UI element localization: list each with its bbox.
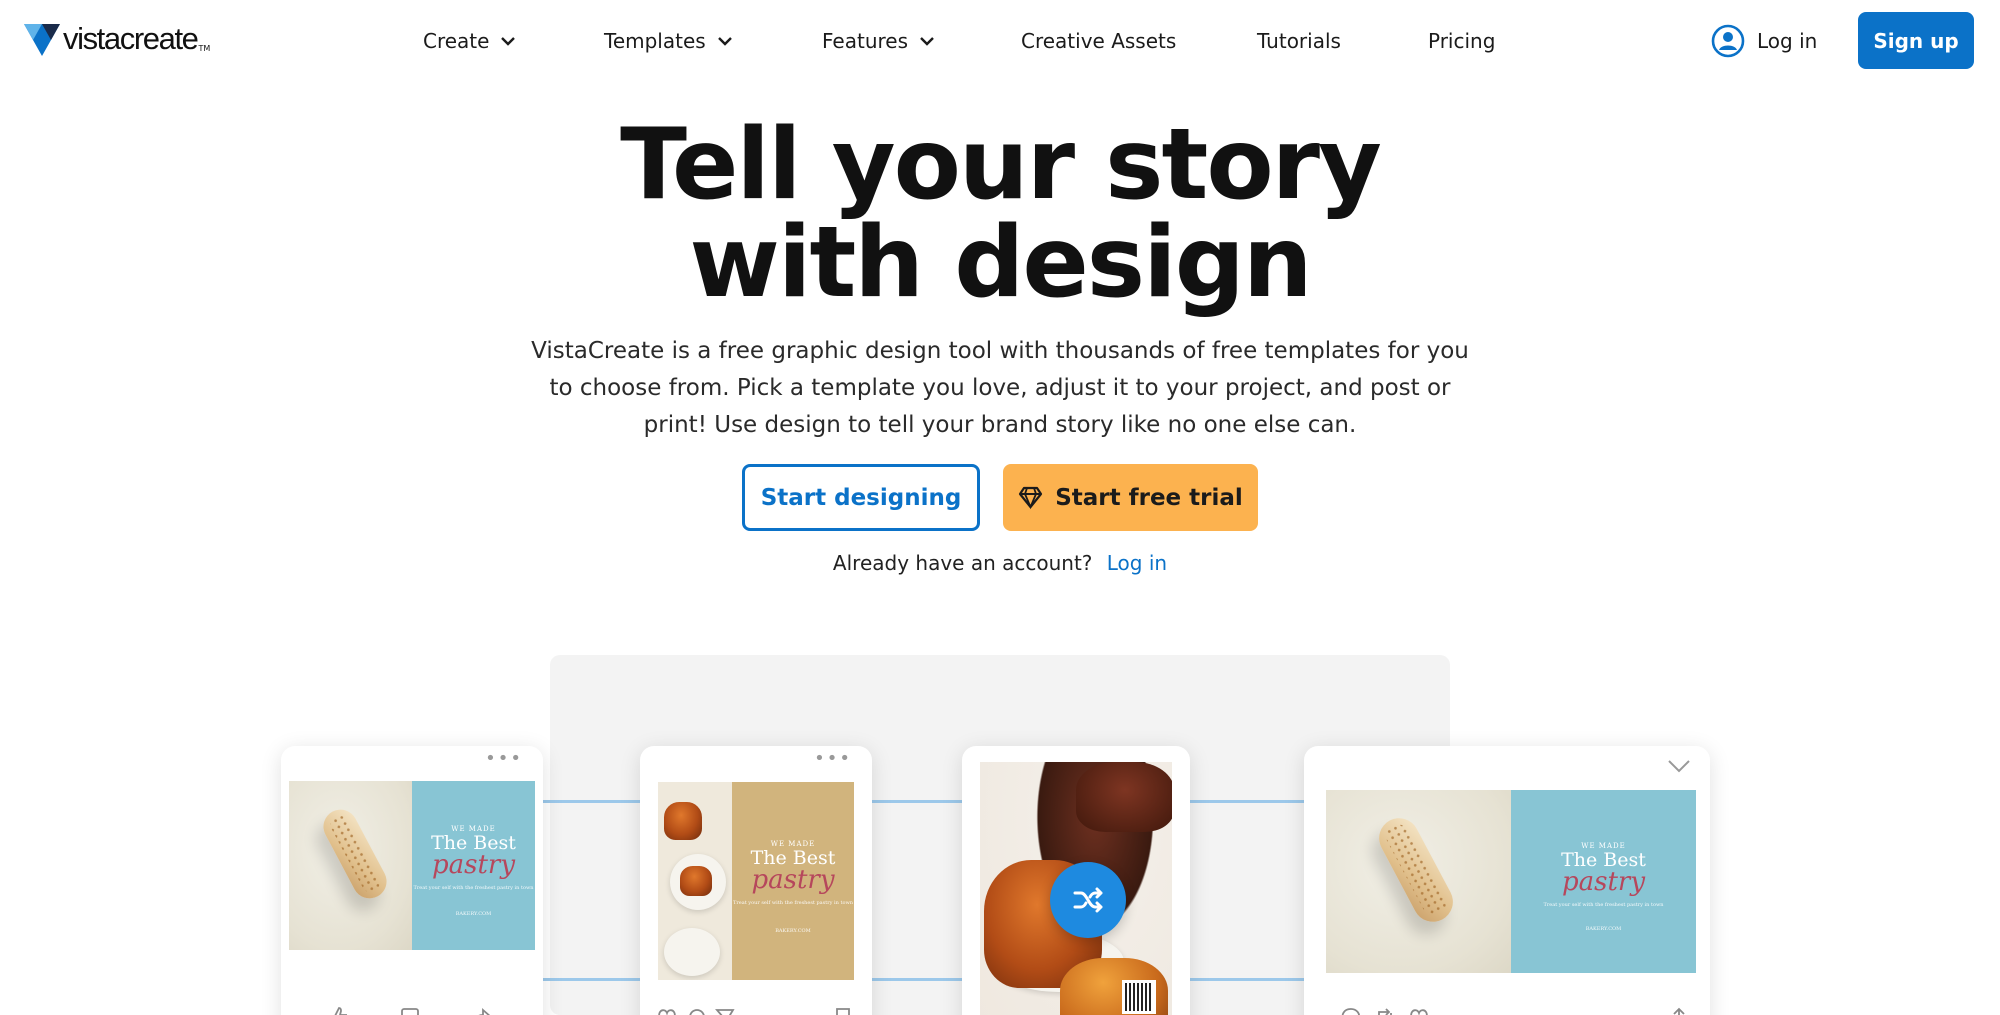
upload-icon[interactable] (1668, 1006, 1690, 1015)
hero-title-line1: Tell your story (620, 108, 1382, 222)
template-script: pastry (751, 865, 835, 895)
qr-code-icon (1122, 980, 1156, 1014)
heart-icon[interactable] (656, 1006, 678, 1015)
shuffle-icon (1073, 887, 1103, 913)
connector-line (872, 978, 962, 981)
account-prompt: Already have an account? Log in (0, 551, 2000, 575)
chevron-down-icon (920, 36, 934, 46)
hero-description: VistaCreate is a free graphic design too… (531, 338, 1469, 438)
template-text-panel: WE MADE The Best pastry Treat your self … (412, 781, 535, 950)
chevron-down-icon (501, 36, 516, 46)
comment-icon[interactable] (399, 1006, 421, 1015)
plate-shape (664, 928, 720, 976)
template-text-panel: WE MADE The Best pastry Treat your self … (1511, 790, 1696, 973)
chevron-down-icon (717, 36, 732, 46)
template-script: pastry (431, 850, 516, 880)
dots-icon[interactable]: ••• (814, 750, 852, 768)
connector-line (872, 800, 962, 803)
template-script: pastry (1561, 867, 1646, 897)
template-fineprint: Treat your self with the freshest pastry… (1543, 902, 1664, 908)
template-fineprint: Treat your self with the freshest pastry… (733, 900, 853, 906)
nav-templates-label: Templates (604, 29, 706, 53)
social-post-preview-instagram: ••• WE MADE The Best pastry Treat your s… (640, 746, 872, 1015)
post-actions (640, 1006, 872, 1015)
user-avatar-icon (1711, 24, 1745, 58)
account-login-link[interactable]: Log in (1107, 551, 1167, 575)
comment-icon[interactable] (686, 1006, 708, 1015)
nav-create-label: Create (423, 29, 490, 53)
signup-button[interactable]: Sign up (1858, 12, 1974, 69)
template-image: WE MADE The Best pastry Treat your self … (289, 781, 535, 950)
social-post-preview-facebook: ••• WE MADE The Best pastry Treat your s… (281, 746, 543, 1015)
connector-line (543, 800, 640, 803)
nav-pricing[interactable]: Pricing (1428, 26, 1495, 56)
nav-features[interactable]: Features (822, 26, 934, 56)
start-free-trial-button[interactable]: Start free trial (1003, 464, 1258, 531)
send-icon[interactable] (714, 1006, 736, 1015)
nav-tutorials[interactable]: Tutorials (1257, 26, 1341, 56)
template-fineprint: Treat your self with the freshest pastry… (413, 885, 534, 891)
canele-shape (1076, 762, 1172, 832)
template-image: WE MADE The Best pastry Treat your self … (658, 782, 854, 980)
canele-shape (680, 866, 712, 896)
login-link[interactable]: Log in (1711, 23, 1817, 59)
template-image: WE MADE The Best pastry Treat your self … (1326, 790, 1696, 973)
bookmark-icon[interactable] (832, 1006, 854, 1015)
start-free-trial-label: Start free trial (1055, 484, 1243, 511)
eclair-shape (317, 803, 393, 905)
nav-create[interactable]: Create (423, 26, 516, 56)
eclair-photo (1326, 790, 1511, 973)
login-label: Log in (1757, 29, 1818, 53)
chevron-down-icon[interactable] (1668, 760, 1690, 774)
hero-title-line2: with design (689, 206, 1312, 320)
start-designing-button[interactable]: Start designing (742, 464, 980, 531)
retweet-icon[interactable] (1374, 1006, 1396, 1015)
template-brand-line: BAKERY.COM (775, 928, 811, 934)
caneles-photo (658, 782, 732, 980)
dots-icon[interactable]: ••• (485, 750, 523, 768)
template-text-panel: WE MADE The Best pastry Treat your self … (732, 782, 854, 980)
shuffle-button[interactable] (1050, 862, 1126, 938)
comment-icon[interactable] (1340, 1006, 1362, 1015)
logo-mark-icon (24, 24, 60, 56)
template-brand-line: BAKERY.COM (1585, 926, 1622, 932)
nav-templates[interactable]: Templates (604, 26, 732, 56)
hero-title: Tell your story with design (0, 116, 2000, 312)
logo-trademark: TM (198, 44, 211, 53)
template-brand-line: BAKERY.COM (455, 911, 492, 917)
nav-pricing-label: Pricing (1428, 29, 1496, 53)
social-post-preview-twitter: WE MADE The Best pastry Treat your self … (1304, 746, 1710, 1015)
share-icon[interactable] (471, 1006, 493, 1015)
like-icon[interactable] (327, 1006, 349, 1015)
vistacreate-logo[interactable]: vistacreate TM (24, 22, 210, 56)
nav-creative-assets[interactable]: Creative Assets (1021, 26, 1176, 56)
connector-line (543, 978, 640, 981)
top-navigation: vistacreate TM Create Templates Features… (0, 0, 2000, 82)
canele-shape (664, 802, 702, 840)
connector-line (1190, 978, 1304, 981)
diamond-icon (1019, 486, 1043, 510)
eclair-shape (1372, 811, 1460, 929)
heart-icon[interactable] (1408, 1006, 1430, 1015)
eclair-photo (289, 781, 412, 950)
logo-wordmark: vistacreate (63, 21, 199, 56)
connector-line (1190, 800, 1304, 803)
nav-tutorials-label: Tutorials (1257, 29, 1341, 53)
post-actions (281, 1006, 543, 1015)
nav-features-label: Features (822, 29, 908, 53)
account-prompt-text: Already have an account? (832, 551, 1093, 575)
nav-creative-assets-label: Creative Assets (1021, 29, 1177, 53)
post-actions (1304, 1006, 1710, 1015)
